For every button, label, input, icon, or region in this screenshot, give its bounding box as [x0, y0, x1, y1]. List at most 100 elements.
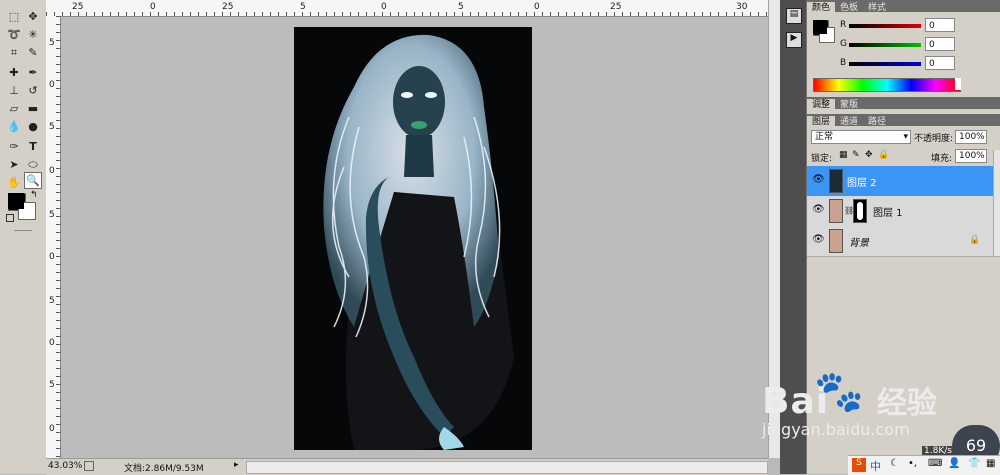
ruler-label: 25 [610, 2, 622, 12]
path-select-icon[interactable]: ➤ [5, 156, 23, 173]
tab-channels[interactable]: 通道 [835, 116, 863, 128]
ruler-label: 25 [222, 2, 234, 12]
chevron-down-icon: ▾ [903, 132, 908, 142]
paw-logo-icon: 🐾 [814, 369, 864, 415]
healing-brush-icon[interactable]: ✚ [5, 64, 23, 81]
blur-tool-icon[interactable]: 💧 [5, 118, 23, 135]
layer-row-background[interactable]: 👁 背景 🔒 [807, 226, 1000, 257]
status-menu-icon[interactable] [84, 461, 94, 471]
input-b[interactable]: 0 [925, 56, 955, 70]
type-tool-icon[interactable]: T [24, 138, 42, 155]
dodge-tool-icon[interactable]: ● [24, 118, 42, 135]
input-r[interactable]: 0 [925, 18, 955, 32]
document-image[interactable] [294, 27, 532, 450]
brush-tool-icon[interactable]: ✒ [24, 64, 42, 81]
slider-g[interactable] [849, 43, 921, 47]
gradient-icon[interactable]: ▬ [24, 100, 42, 117]
swap-colors-icon[interactable]: ↰ [30, 190, 38, 200]
pen-tool-icon[interactable]: ✑ [5, 138, 23, 155]
adjust-panel-tabs: 调整 蒙版 [807, 97, 1000, 111]
layer-name[interactable]: 背景 [849, 234, 869, 249]
tab-color[interactable]: 颜色 [807, 2, 836, 14]
layer-name[interactable]: 图层 2 [847, 174, 877, 189]
color-foreground-top [813, 20, 827, 34]
eye-icon[interactable]: 👁 [812, 204, 826, 217]
shirt-icon[interactable]: 👕 [968, 458, 980, 469]
lock-all-icon[interactable]: 🔒 [878, 150, 889, 160]
spectrum-white [955, 78, 961, 90]
layer-row-2[interactable]: 👁 图层 2 [807, 166, 1000, 197]
opacity-input[interactable]: 100% [955, 130, 987, 144]
color-panel-tabs: 颜色 色板 样式 [807, 0, 1000, 14]
lock-image-icon[interactable]: ✎ [852, 150, 860, 160]
move-tool-icon[interactable]: ✥ [24, 8, 42, 25]
left-ruler: 5 0 5 0 5 0 5 0 5 0 [46, 16, 61, 458]
layers-scrollbar[interactable] [993, 150, 1000, 256]
history-panel-icon[interactable]: ▤ [786, 8, 802, 24]
ruler-label: 5 [49, 38, 55, 48]
ruler-label: 5 [300, 2, 306, 12]
horizontal-scrollbar[interactable] [246, 461, 768, 474]
zoom-tool-icon[interactable]: 🔍 [24, 172, 42, 189]
slider-r[interactable] [849, 24, 921, 28]
tab-masks[interactable]: 蒙版 [835, 99, 863, 111]
ime-logo-icon[interactable]: S [852, 458, 866, 472]
marquee-tool-icon[interactable]: ⬚ [5, 8, 23, 25]
zoom-level[interactable]: 43.03% [48, 461, 82, 471]
eye-icon[interactable]: 👁 [812, 234, 826, 247]
tab-layers[interactable]: 图层 [807, 116, 836, 128]
clone-stamp-icon[interactable]: ⊥ [5, 82, 23, 99]
tab-paths[interactable]: 路径 [863, 116, 891, 128]
grid-icon[interactable]: ▦ [986, 458, 995, 469]
ruler-label: 0 [49, 80, 55, 90]
ruler-label: 0 [534, 2, 540, 12]
eye-icon[interactable]: 👁 [812, 174, 826, 187]
layer-thumbnail [829, 169, 843, 193]
actions-panel-icon[interactable]: ▶ [786, 32, 802, 48]
eraser-icon[interactable]: ▱ [5, 100, 23, 117]
eyedropper-icon[interactable]: ✎ [24, 44, 42, 61]
shape-tool-icon[interactable]: ⬭ [24, 156, 42, 173]
crop-tool-icon[interactable]: ⌗ [5, 44, 23, 61]
document-size: 文档:2.86M/9.53M [124, 464, 204, 474]
ruler-label: 0 [49, 252, 55, 262]
channel-label-r: R [840, 20, 847, 30]
lock-icon: 🔒 [969, 235, 981, 245]
ime-lang-indicator[interactable]: 中 [870, 458, 881, 474]
blend-mode-select[interactable]: 正常 ▾ [811, 130, 911, 144]
tab-adjustments[interactable]: 调整 [807, 99, 836, 111]
moon-icon[interactable]: ☾ [890, 458, 899, 469]
layer-thumbnail [829, 229, 843, 253]
hand-tool-icon[interactable]: ✋ [5, 174, 23, 191]
toolbox: ⬚ ✥ ➰ ✳ ⌗ ✎ ✚ ✒ ⊥ ↺ ▱ ▬ 💧 ● ✑ T ➤ ⬭ ✋ 🔍 … [0, 0, 47, 474]
watermark-brand-cn: 经验 [876, 386, 937, 421]
input-g[interactable]: 0 [925, 37, 955, 51]
history-brush-icon[interactable]: ↺ [24, 82, 42, 99]
punctuation-icon[interactable]: •, [908, 458, 917, 469]
ruler-label: 25 [72, 2, 84, 12]
opacity-label: 不透明度: [914, 134, 954, 144]
ruler-label: 30 [736, 2, 748, 12]
fill-input[interactable]: 100% [955, 149, 987, 163]
tab-styles[interactable]: 样式 [863, 2, 891, 14]
status-arrow-icon[interactable]: ▸ [234, 460, 239, 470]
lasso-tool-icon[interactable]: ➰ [5, 26, 23, 43]
layer-mask-thumbnail[interactable] [853, 199, 867, 223]
lock-transparent-icon[interactable]: ▦ [839, 150, 848, 160]
inverted-portrait-image [294, 27, 532, 450]
layer-row-1[interactable]: 👁 ⛓ 图层 1 [807, 196, 1000, 227]
ruler-label: 5 [49, 380, 55, 390]
ruler-label: 5 [49, 122, 55, 132]
magic-wand-icon[interactable]: ✳ [24, 26, 42, 43]
tab-swatches[interactable]: 色板 [835, 2, 863, 14]
keyboard-icon[interactable]: ⌨ [928, 458, 942, 469]
lock-position-icon[interactable]: ✥ [865, 150, 873, 160]
user-icon[interactable]: 👤 [948, 458, 960, 469]
slider-b[interactable] [849, 62, 921, 66]
layer-name[interactable]: 图层 1 [873, 204, 903, 219]
color-spectrum-bar[interactable] [813, 78, 961, 92]
baidu-watermark: Bai 经验 🐾 jingyan.baidu.com [762, 369, 937, 439]
ruler-label: 0 [49, 338, 55, 348]
default-colors-icon[interactable] [6, 214, 14, 222]
ruler-label: 0 [150, 2, 156, 12]
